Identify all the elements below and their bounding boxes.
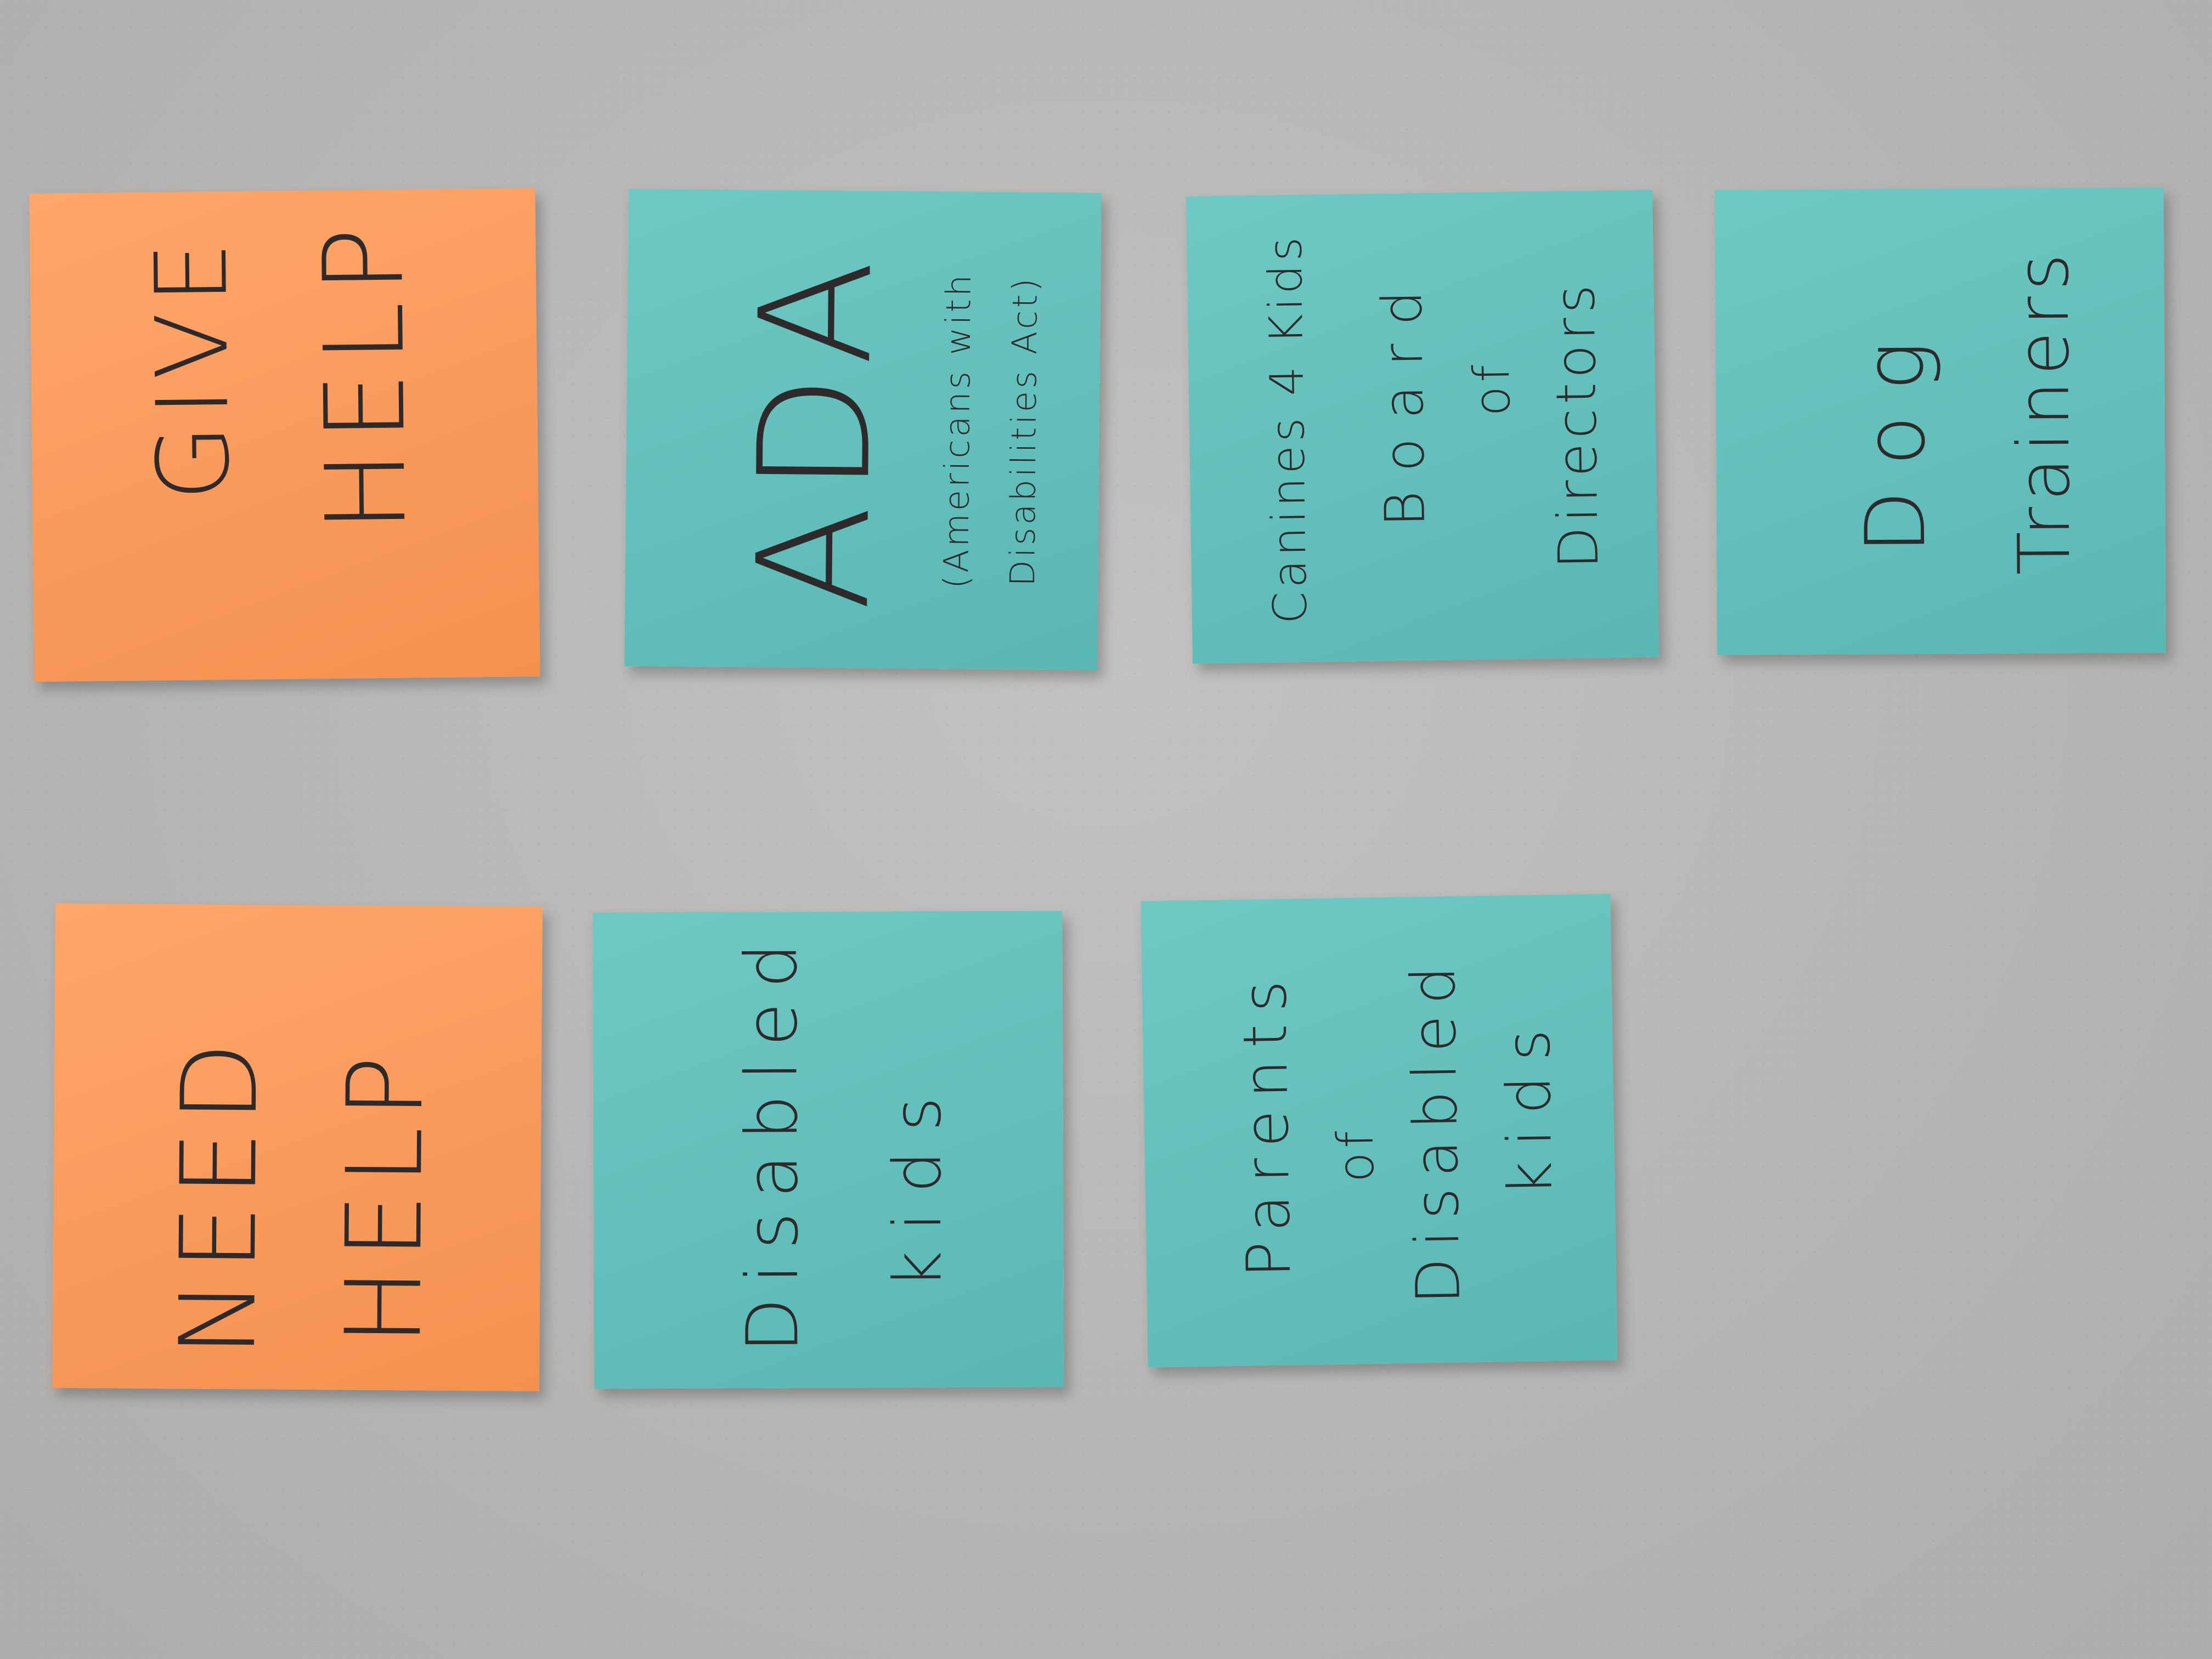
note-text-parents: Parents [1228, 968, 1304, 1278]
note-text-kids: kids [1492, 1013, 1566, 1197]
note-text-of: of [1327, 1126, 1386, 1183]
note-text-directors: Directors [1542, 280, 1611, 569]
sticky-note-canines-board: Canines 4 Kids Board of Directors [1186, 190, 1659, 664]
sticky-note-need-help: NEED HELP [52, 903, 543, 1392]
photo-wall: { "notes": { "give_help": { "line1": "GI… [0, 0, 2212, 1659]
sticky-note-ada: ADA (Americans with Disabilities Act) [624, 189, 1102, 670]
note-text-give: GIVE [134, 233, 252, 502]
note-text-of: of [1463, 360, 1521, 417]
sticky-note-give-help: GIVE HELP [29, 188, 540, 682]
sticky-note-dog-trainers: Dog Trainers [1714, 187, 2166, 656]
note-text-ada-title: ADA [724, 247, 907, 612]
note-text-disabled: Disabled [729, 928, 815, 1353]
sticky-note-disabled-kids: Disabled kids [592, 911, 1064, 1389]
note-text-ada-sub2: Disabilities Act) [1002, 275, 1046, 586]
note-text-help: HELP [299, 218, 431, 534]
note-text-dog: Dog [1847, 317, 1944, 555]
sticky-note-parents: Parents of Disabled kids [1141, 894, 1618, 1368]
note-text-need: NEED [157, 1033, 281, 1358]
note-text-help: HELP [323, 1047, 447, 1346]
note-text-kids: kids [879, 1077, 957, 1289]
note-text-disabled: Disabled [1397, 955, 1474, 1305]
note-text-board: Board [1369, 270, 1438, 528]
note-text-canines: Canines 4 Kids [1257, 233, 1317, 625]
note-text-trainers: Trainers [2001, 247, 2086, 575]
note-text-ada-sub1: (Americans with [936, 272, 979, 589]
